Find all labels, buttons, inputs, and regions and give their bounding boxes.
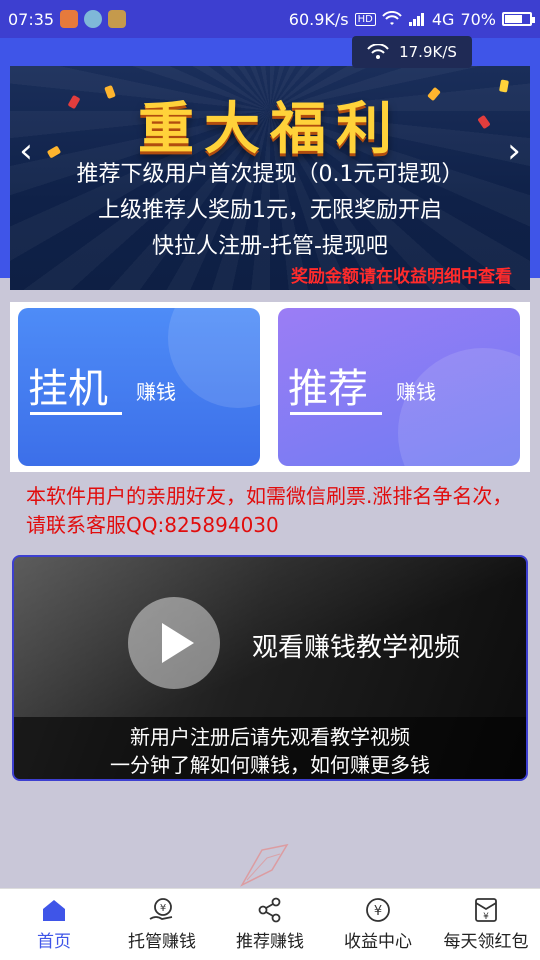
tab-label: 托管赚钱: [128, 932, 196, 952]
banner-note: 奖励金额请在收益明细中查看: [291, 267, 512, 287]
video-caption: 新用户注册后请先观看教学视频 一分钟了解如何赚钱，如何赚更多钱: [14, 717, 526, 779]
tab-recommend-earn[interactable]: 推荐赚钱: [216, 889, 324, 960]
banner-line: 上级推荐人奖励1元，无限奖励开启: [98, 198, 442, 223]
share-icon: [258, 897, 281, 923]
video-caption-line: 新用户注册后请先观看教学视频: [130, 725, 410, 749]
speed-value: 17.9K/S: [399, 43, 457, 61]
notification-app-icon: [108, 10, 127, 28]
red-envelope-icon: ¥: [475, 898, 497, 922]
notification-app-icon: [60, 10, 79, 28]
yen-hand-icon: ¥: [149, 898, 173, 920]
svg-text:¥: ¥: [483, 912, 489, 922]
wifi-icon: [367, 44, 389, 59]
svg-text:¥: ¥: [160, 903, 166, 914]
tab-label: 每天领红包: [443, 932, 529, 952]
tutorial-video[interactable]: 观看赚钱教学视频 新用户注册后请先观看教学视频 一分钟了解如何赚钱，如何赚更多钱: [12, 555, 528, 781]
card-title: 挂机: [28, 366, 108, 412]
card-subtitle: 赚钱: [136, 380, 176, 404]
promo-banner[interactable]: 重大福利 推荐下级用户首次提现（0.1元可提现） 上级推荐人奖励1元，无限奖励开…: [10, 66, 530, 290]
tab-hosted-earn[interactable]: ¥ 托管赚钱: [108, 889, 216, 960]
banner-title: 重大福利: [138, 97, 402, 162]
yen-circle-icon: ¥: [366, 898, 390, 922]
net-speed: 60.9K/s: [288, 9, 349, 29]
signal-icon: [408, 13, 424, 26]
wifi-icon: [382, 11, 402, 25]
play-icon[interactable]: [128, 597, 220, 689]
video-title: 观看赚钱教学视频: [252, 633, 461, 663]
home-icon: [43, 900, 65, 921]
card-subtitle: 赚钱: [396, 380, 436, 404]
banner-next-arrow-icon[interactable]: ›: [494, 126, 534, 176]
tab-label: 推荐赚钱: [236, 932, 304, 952]
network-type: 4G: [431, 9, 455, 29]
banner-prev-arrow-icon[interactable]: ‹: [6, 126, 46, 176]
idle-earn-card[interactable]: 挂机 赚钱: [18, 308, 260, 466]
svg-text:¥: ¥: [374, 904, 382, 919]
bottom-tab-bar: 首页 ¥ 托管赚钱 推荐赚钱 ¥ 收益中心 ¥ 每天领红包: [0, 888, 540, 960]
tab-home[interactable]: 首页: [0, 889, 108, 960]
card-underline: [290, 412, 382, 415]
contact-notice: 本软件用户的亲朋好友，如需微信刷票.涨排名争名次，请联系客服QQ:8258940…: [26, 484, 513, 537]
background-decoration-icon: [240, 843, 289, 887]
tab-earnings-center[interactable]: ¥ 收益中心: [324, 889, 432, 960]
speed-overlay: 17.9K/S: [352, 36, 472, 68]
tab-label: 首页: [37, 932, 71, 952]
notification-app-icon: [84, 10, 103, 28]
tab-daily-red-envelope[interactable]: ¥ 每天领红包: [432, 889, 540, 960]
recommend-earn-card[interactable]: 推荐 赚钱: [278, 308, 520, 466]
status-time: 07:35: [8, 9, 55, 29]
hd-badge: HD: [354, 12, 376, 26]
battery-icon: [502, 12, 535, 26]
banner-line: 快拉人注册-托管-提现吧: [152, 234, 388, 259]
status-bar: 07:35 60.9K/s HD 4G 70%: [0, 0, 540, 38]
card-title: 推荐: [288, 366, 368, 412]
video-caption-line: 一分钟了解如何赚钱，如何赚更多钱: [110, 753, 430, 777]
banner-line: 推荐下级用户首次提现（0.1元可提现）: [76, 162, 464, 187]
card-underline: [30, 412, 122, 415]
tab-label: 收益中心: [344, 932, 412, 952]
feature-card-panel: 挂机 赚钱 推荐 赚钱: [10, 302, 530, 472]
battery-percent: 70%: [460, 9, 496, 29]
